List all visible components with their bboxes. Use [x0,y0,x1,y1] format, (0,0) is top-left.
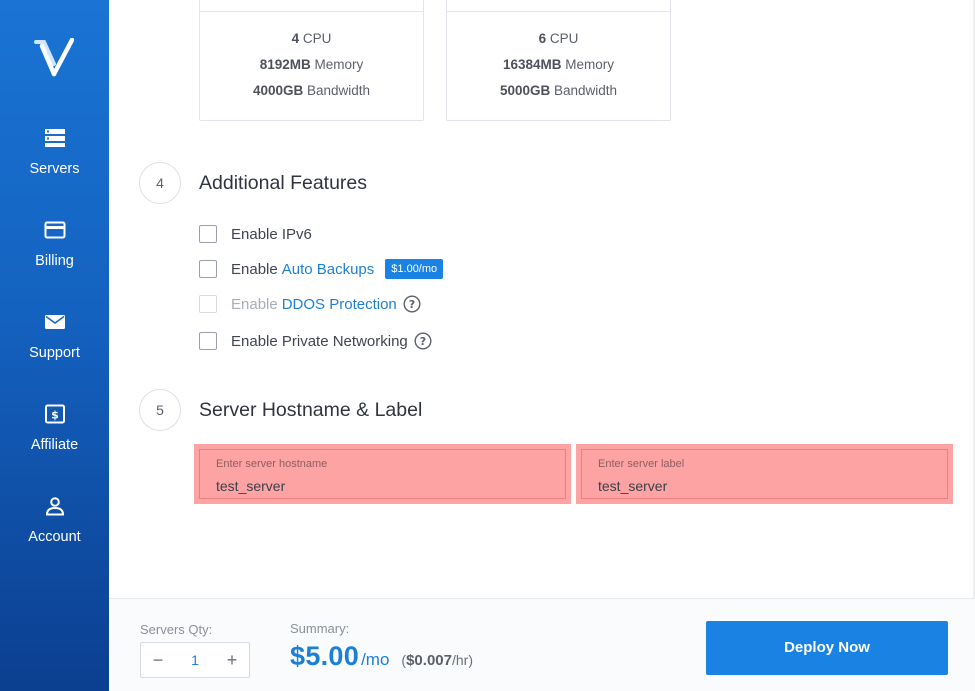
hostname-placeholder: Enter server hostname [216,458,328,470]
sidebar-item-billing[interactable]: Billing [0,220,109,269]
quantity-stepper[interactable]: − 1 + [140,642,250,678]
section-title: Additional Features [199,172,368,194]
plan-cpu: 6 CPU [538,31,579,46]
plan-memory: 8192MB Memory [259,57,364,72]
summary-label: Summary: [290,621,350,636]
plan-memory: 16384MB Memory [502,57,615,72]
step-number: 5 [139,389,181,431]
sidebar-item-label: Support [29,345,80,361]
private-networking-checkbox[interactable] [199,332,217,350]
quantity-value[interactable]: 1 [175,643,215,677]
deploy-summary-bar: Servers Qty: − 1 + Summary: $5.00 /mo ($… [109,598,975,691]
hourly-price: ($0.007/hr) [401,652,473,669]
deploy-now-button[interactable]: Deploy Now [706,621,948,675]
auto-backups-link[interactable]: Auto Backups [282,261,375,278]
sidebar-item-label: Account [28,529,81,545]
feature-label: Enable [231,260,278,278]
svg-text:?: ? [420,335,426,348]
svg-text:?: ? [409,298,415,311]
feature-label: Enable IPv6 [231,225,312,243]
server-icon [44,129,65,147]
ddos-checkbox [199,295,217,313]
step-number: 4 [139,162,181,204]
sidebar-item-label: Affiliate [30,437,79,453]
vultr-logo[interactable] [34,38,74,78]
hostname-field-wrapper: Enter server hostname test_server [194,444,571,504]
section-title: Server Hostname & Label [199,399,423,421]
feature-label: Enable [231,295,278,313]
plan-card[interactable]: 4 CPU 8192MB Memory 4000GB Bandwidth [199,0,424,121]
label-input[interactable]: Enter server label test_server [581,449,948,499]
feature-auto-backups[interactable]: Enable Auto Backups $1.00/mo [199,259,444,279]
hostname-input[interactable]: Enter server hostname test_server [199,449,566,499]
help-icon[interactable]: ? [403,295,421,313]
credit-card-icon [44,221,65,239]
plan-cpu: 4 CPU [291,31,332,46]
price-summary: $5.00 /mo ($0.007/hr) [290,641,473,672]
user-icon [45,497,64,516]
feature-ipv6[interactable]: Enable IPv6 [199,224,312,244]
sidebar-item-servers[interactable]: Servers [0,128,109,177]
sidebar-item-label: Billing [35,253,74,269]
plan-bandwidth: 4000GB Bandwidth [252,83,371,98]
hostname-value[interactable]: test_server [216,478,285,494]
decrement-button[interactable]: − [141,643,175,677]
sidebar: Servers Billing Support $ Affiliate Acco… [0,0,109,691]
sidebar-item-account[interactable]: Account [0,496,109,545]
svg-text:$: $ [51,409,59,422]
sidebar-item-label: Servers [29,161,80,177]
ddos-protection-link[interactable]: DDOS Protection [282,296,397,313]
price-badge: $1.00/mo [385,259,444,279]
dollar-icon: $ [44,404,65,424]
plan-bandwidth: 5000GB Bandwidth [499,83,618,98]
ipv6-checkbox[interactable] [199,225,217,243]
label-placeholder: Enter server label [598,458,685,470]
help-icon[interactable]: ? [414,332,432,350]
label-field-wrapper: Enter server label test_server [576,444,953,504]
feature-ddos: Enable DDOS Protection ? [199,294,421,314]
label-value[interactable]: test_server [598,478,667,494]
increment-button[interactable]: + [215,643,249,677]
card-divider [447,11,670,12]
monthly-price: $5.00 [290,641,360,671]
feature-private-networking[interactable]: Enable Private Networking ? [199,331,432,351]
per-month: /mo [361,650,390,669]
servers-qty-label: Servers Qty: [140,622,213,637]
sidebar-item-support[interactable]: Support [0,312,109,361]
auto-backups-checkbox[interactable] [199,260,217,278]
plan-card[interactable]: 6 CPU 16384MB Memory 5000GB Bandwidth [446,0,671,121]
feature-label: Enable Private Networking [231,332,408,350]
card-divider [200,11,423,12]
envelope-icon [44,315,65,329]
sidebar-item-affiliate[interactable]: $ Affiliate [0,404,109,453]
